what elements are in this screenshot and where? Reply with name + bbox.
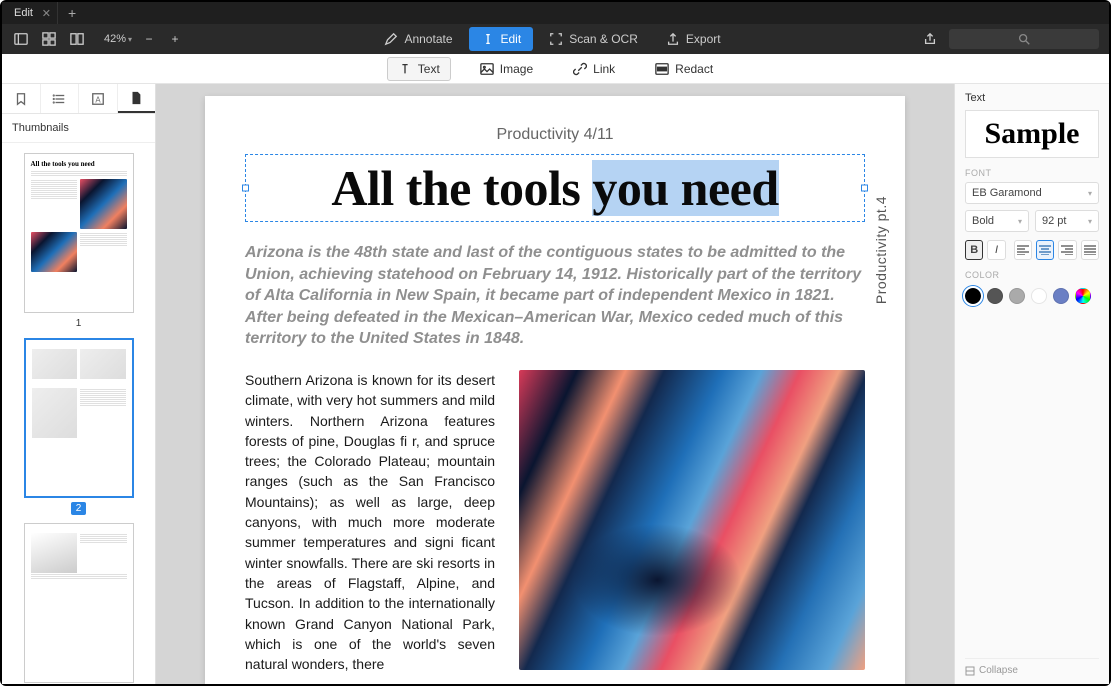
two-page-icon[interactable] [68, 30, 86, 48]
link-icon [573, 62, 587, 76]
color-picker-button[interactable] [1075, 288, 1091, 304]
align-left-icon [1017, 245, 1029, 255]
hero-image[interactable] [519, 370, 865, 670]
headline-edit-frame[interactable]: All the tools you need [245, 154, 865, 222]
text-frame-icon: A [91, 92, 105, 106]
document-page: Productivity pt.4 Productivity 4/11 All … [205, 96, 905, 684]
pencil-icon [384, 32, 398, 46]
font-family-select[interactable]: EB Garamond ▾ [965, 182, 1099, 204]
thumbnail-page-2[interactable]: 2 [20, 338, 138, 515]
font-preview: Sample [965, 110, 1099, 158]
color-swatches [965, 288, 1099, 304]
edit-text-tab[interactable]: Text [387, 57, 451, 81]
window-tab-edit[interactable]: Edit ✕ [2, 2, 58, 24]
thumbnails-header: Thumbnails [2, 114, 155, 143]
document-canvas[interactable]: Productivity pt.4 Productivity 4/11 All … [156, 84, 954, 684]
zoom-out-button[interactable]: − [140, 30, 158, 48]
body-paragraph[interactable]: Southern Arizona is known for its desert… [245, 370, 495, 674]
align-center-icon [1039, 245, 1051, 255]
align-justify-button[interactable] [1081, 240, 1099, 260]
font-section-label: FONT [965, 168, 1099, 178]
svg-text:A: A [95, 95, 101, 104]
tab-title: Edit [14, 7, 33, 19]
selected-text: you need [592, 160, 778, 216]
resize-handle-right[interactable] [861, 185, 868, 192]
color-swatch-blue[interactable] [1053, 288, 1069, 304]
sidebar-toggle-icon[interactable] [12, 30, 30, 48]
zoom-in-button[interactable]: + [166, 30, 184, 48]
panel-title: Text [965, 92, 1099, 104]
resize-handle-left[interactable] [242, 185, 249, 192]
color-swatch-darkgray[interactable] [987, 288, 1003, 304]
edit-subtoolbar: Text Image Link Redact [2, 54, 1109, 84]
edit-redact-tab[interactable]: Redact [644, 57, 724, 81]
scan-icon [549, 32, 563, 46]
annotate-tool[interactable]: Annotate [372, 27, 464, 51]
font-size-select[interactable]: 92 pt ▾ [1035, 210, 1099, 232]
intro-paragraph[interactable]: Arizona is the 48th state and last of th… [245, 242, 865, 350]
align-left-button[interactable] [1014, 240, 1032, 260]
chevron-down-icon: ▾ [1088, 189, 1092, 198]
page-overline: Productivity 4/11 [245, 126, 865, 144]
align-justify-icon [1084, 245, 1096, 255]
thumbnails-tab[interactable] [118, 84, 156, 113]
share-icon[interactable] [921, 30, 939, 48]
edit-image-tab[interactable]: Image [469, 57, 544, 81]
close-tab-icon[interactable]: ✕ [42, 7, 51, 20]
export-icon [666, 32, 680, 46]
image-icon [480, 62, 494, 76]
grid-view-icon[interactable] [40, 30, 58, 48]
edit-tool[interactable]: Edit [469, 27, 534, 51]
italic-button[interactable]: I [987, 240, 1005, 260]
export-tool[interactable]: Export [654, 27, 733, 51]
align-right-icon [1061, 245, 1073, 255]
text-cursor-icon [398, 62, 412, 76]
collapse-icon [965, 666, 975, 676]
bookmarks-tab[interactable] [2, 84, 41, 113]
page-number: 2 [71, 502, 87, 515]
collapse-panel-button[interactable]: Collapse [965, 658, 1099, 676]
tab-bar: Edit ✕ + [2, 2, 1109, 24]
zoom-level[interactable]: 42%▾ [104, 33, 132, 45]
outline-tab[interactable] [41, 84, 80, 113]
color-swatch-white[interactable] [1031, 288, 1047, 304]
color-swatch-black[interactable] [965, 288, 981, 304]
redact-icon [655, 62, 669, 76]
zoom-control: 42%▾ − + [96, 30, 184, 48]
search-icon [1017, 32, 1031, 46]
color-section-label: COLOR [965, 270, 1099, 280]
font-weight-select[interactable]: Bold ▾ [965, 210, 1029, 232]
color-swatch-gray[interactable] [1009, 288, 1025, 304]
annotations-tab[interactable]: A [79, 84, 118, 113]
main-toolbar: 42%▾ − + Annotate Edit Scan & OCR Export [2, 24, 1109, 54]
text-cursor-icon [481, 32, 495, 46]
outline-icon [52, 92, 66, 106]
align-center-button[interactable] [1036, 240, 1054, 260]
bookmark-icon [14, 92, 28, 106]
chevron-down-icon: ▾ [1018, 217, 1022, 226]
edit-link-tab[interactable]: Link [562, 57, 626, 81]
thumbnail-page-3[interactable] [20, 523, 138, 683]
page-number: 1 [71, 317, 87, 330]
scan-ocr-tool[interactable]: Scan & OCR [537, 27, 650, 51]
page-icon [129, 91, 143, 105]
bold-button[interactable]: B [965, 240, 983, 260]
thumbnail-page-1[interactable]: All the tools you need 1 [20, 153, 138, 330]
new-tab-button[interactable]: + [58, 5, 86, 21]
chevron-down-icon: ▾ [1088, 217, 1092, 226]
page-headline[interactable]: All the tools you need [256, 159, 854, 217]
page-side-label: Productivity pt.4 [873, 196, 889, 304]
thumbnails-panel: A Thumbnails All the tools you need [2, 84, 156, 684]
search-input[interactable] [949, 29, 1099, 49]
properties-panel: Text Sample FONT EB Garamond ▾ Bold ▾ 92… [954, 84, 1109, 684]
align-right-button[interactable] [1058, 240, 1076, 260]
